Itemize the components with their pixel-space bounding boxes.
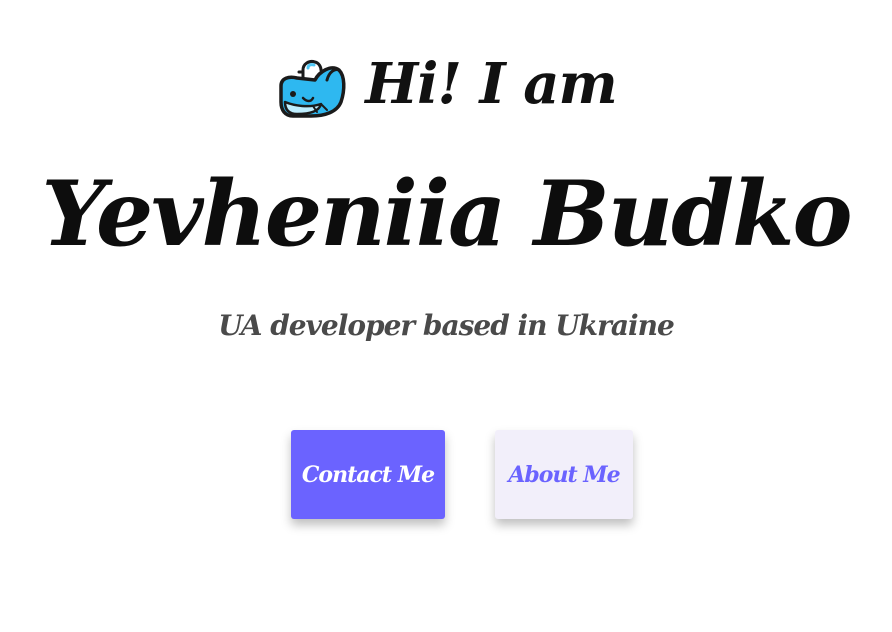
tagline: UA developer based in Ukraine: [218, 309, 675, 342]
whale-icon: [279, 60, 346, 118]
page-title: Yevheniia Budko: [41, 161, 853, 267]
hero-page: Hi! I am Yevheniia Budko UA developer ba…: [0, 0, 892, 632]
greeting-text: Hi! I am: [365, 51, 617, 117]
contact-me-button[interactable]: Contact Me: [291, 430, 445, 519]
greeting-row: Hi! I am: [0, 48, 892, 128]
about-me-button[interactable]: About Me: [495, 430, 633, 519]
